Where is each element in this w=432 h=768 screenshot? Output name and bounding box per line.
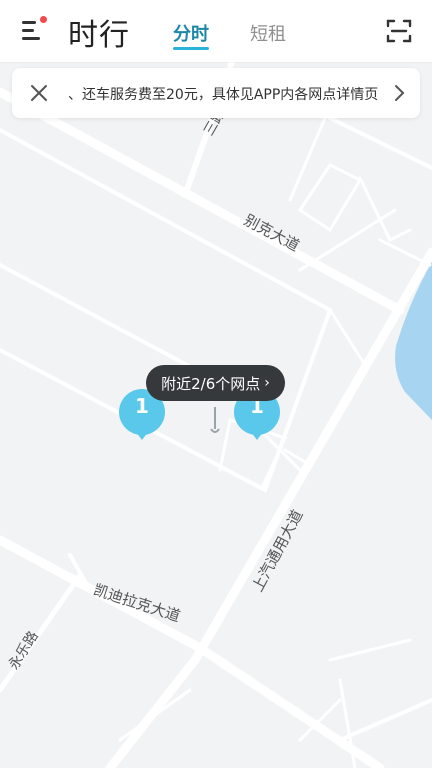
tab-fenshi[interactable]: 分时 bbox=[173, 20, 209, 50]
scan-button[interactable] bbox=[386, 18, 412, 44]
tab-active-indicator bbox=[173, 47, 209, 50]
tab-label: 短租 bbox=[250, 24, 286, 45]
notice-text-container: 、还车服务费至20元，具体见APP内各网点详情页 bbox=[62, 68, 396, 118]
tab-duanzu[interactable]: 短租 bbox=[250, 20, 286, 46]
nearby-stations-text: 附近2/6个网点 bbox=[161, 374, 261, 393]
notice-banner[interactable]: 、还车服务费至20元，具体见APP内各网点详情页 bbox=[12, 68, 420, 118]
chevron-right-icon[interactable] bbox=[390, 82, 408, 104]
nearby-stations-tooltip[interactable]: 附近2/6个网点 › bbox=[146, 365, 285, 401]
app-title: 时行 bbox=[68, 18, 130, 53]
top-header: 时行 分时 短租 bbox=[0, 0, 432, 62]
tab-label: 分时 bbox=[173, 24, 209, 45]
menu-button[interactable] bbox=[20, 16, 50, 44]
close-icon[interactable] bbox=[28, 82, 50, 104]
chevron-right-icon: › bbox=[264, 375, 270, 391]
notification-dot bbox=[40, 16, 47, 23]
scan-icon bbox=[386, 19, 412, 43]
notice-text: 、还车服务费至20元，具体见APP内各网点详情页 bbox=[68, 87, 379, 103]
location-marker-icon bbox=[210, 407, 220, 433]
